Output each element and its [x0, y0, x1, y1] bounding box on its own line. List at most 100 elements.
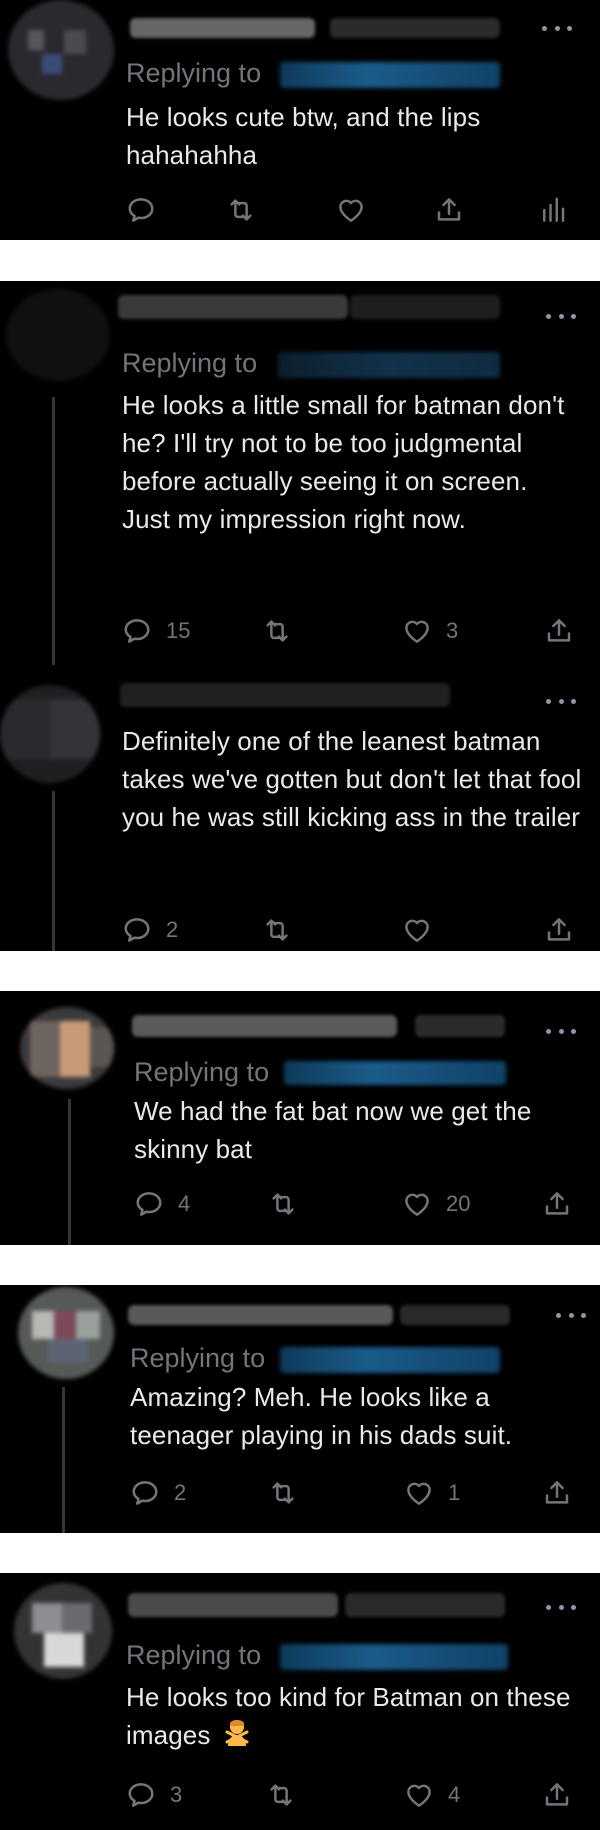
tweet-card: Replying to He looks too kind for Batman… — [0, 1573, 600, 1830]
like-button[interactable]: 3 — [402, 614, 458, 648]
like-button[interactable]: 1 — [404, 1476, 460, 1510]
reply-mention-redacted[interactable] — [280, 62, 500, 88]
reply-button[interactable]: 3 — [126, 1778, 182, 1812]
share-button[interactable] — [544, 913, 574, 947]
tweet-actions: 2 — [122, 913, 582, 947]
tweet-card: Replying to He looks a little small for … — [0, 281, 600, 951]
tweet-card: Replying to We had the fat bat now we ge… — [0, 991, 600, 1245]
like-button[interactable] — [336, 193, 366, 227]
reply-button[interactable]: 2 — [130, 1476, 186, 1510]
reply-count: 2 — [174, 1480, 187, 1505]
share-button[interactable] — [542, 1187, 572, 1221]
reply-icon — [128, 1783, 154, 1807]
more-icon[interactable] — [546, 310, 576, 322]
heart-icon — [407, 1482, 431, 1505]
tweet-text: Amazing? Meh. He looks like a teenager p… — [130, 1382, 513, 1450]
avatar[interactable] — [6, 289, 110, 381]
display-name-redacted[interactable] — [120, 683, 450, 707]
display-name-redacted[interactable] — [132, 1015, 397, 1037]
display-name-redacted[interactable] — [128, 1593, 338, 1617]
reply-icon — [136, 1192, 162, 1216]
retweet-icon — [230, 199, 252, 221]
like-count: 3 — [446, 618, 459, 643]
retweet-button[interactable] — [262, 614, 292, 648]
tweet-actions — [126, 193, 576, 227]
share-icon — [547, 918, 571, 941]
reply-icon — [128, 198, 154, 222]
retweet-button[interactable] — [266, 1778, 296, 1812]
tweet-card: Replying to He looks cute btw, and the l… — [0, 0, 600, 240]
retweet-button[interactable] — [268, 1187, 298, 1221]
heart-icon — [405, 1193, 429, 1216]
share-icon — [545, 1481, 569, 1504]
reply-button[interactable]: 15 — [122, 614, 190, 648]
reply-mention-redacted[interactable] — [278, 352, 500, 378]
share-button[interactable] — [542, 1778, 572, 1812]
tweet-actions: 4 20 — [134, 1187, 584, 1221]
analytics-icon — [543, 197, 565, 222]
reply-mention-redacted[interactable] — [280, 1644, 508, 1670]
retweet-button[interactable] — [268, 1476, 298, 1510]
tweet-text: We had the fat bat now we get the skinny… — [134, 1096, 532, 1164]
person-gesturing-no-emoji — [225, 1720, 249, 1746]
share-button[interactable] — [544, 614, 574, 648]
share-button[interactable] — [434, 193, 464, 227]
reply-count: 2 — [166, 917, 179, 942]
display-name-redacted[interactable] — [128, 1305, 393, 1325]
thread-line — [52, 791, 55, 951]
tweet-text-body: He looks too kind for Batman on these im… — [126, 1682, 571, 1750]
retweet-icon — [270, 1784, 292, 1806]
reply-icon — [132, 1481, 158, 1505]
display-name-redacted[interactable] — [118, 295, 348, 319]
tweet-actions: 15 3 — [122, 614, 582, 648]
like-button[interactable] — [402, 913, 432, 947]
retweet-icon — [266, 620, 288, 642]
avatar[interactable] — [8, 0, 114, 100]
handle-redacted[interactable] — [400, 1305, 510, 1325]
reply-mention-redacted[interactable] — [280, 1347, 500, 1373]
thread-line — [62, 1387, 65, 1533]
heart-icon — [405, 919, 429, 942]
reply-mention-redacted[interactable] — [284, 1061, 506, 1085]
replying-to-label: Replying to — [126, 1640, 262, 1670]
replying-to-label: Replying to — [126, 58, 262, 88]
more-icon[interactable] — [546, 1601, 576, 1613]
reply-button[interactable] — [126, 193, 156, 227]
handle-redacted[interactable] — [330, 18, 500, 38]
more-icon[interactable] — [546, 1025, 576, 1037]
more-icon[interactable] — [556, 1309, 586, 1321]
avatar[interactable] — [0, 685, 100, 783]
display-name-redacted[interactable] — [130, 18, 315, 38]
more-icon[interactable] — [542, 22, 572, 34]
reply-button[interactable]: 2 — [122, 913, 178, 947]
like-button[interactable]: 4 — [404, 1778, 460, 1812]
handle-redacted[interactable] — [415, 1015, 505, 1037]
thread-line — [68, 1099, 71, 1245]
like-button[interactable]: 20 — [402, 1187, 470, 1221]
more-icon[interactable] — [546, 695, 576, 707]
tweet-card: Replying to Amazing? Meh. He looks like … — [0, 1285, 600, 1533]
like-count: 1 — [448, 1480, 461, 1505]
avatar[interactable] — [14, 1583, 112, 1679]
like-count: 20 — [446, 1191, 471, 1216]
avatar[interactable] — [20, 1007, 114, 1089]
retweet-icon — [266, 919, 288, 941]
tweet-text: He looks too kind for Batman on these im… — [126, 1678, 576, 1754]
handle-redacted[interactable] — [350, 295, 500, 319]
reply-icon — [124, 619, 150, 643]
tweet-text: He looks cute btw, and the lips hahahahh… — [126, 102, 481, 170]
share-button[interactable] — [542, 1476, 572, 1510]
reply-count: 4 — [178, 1191, 191, 1216]
reply-button[interactable]: 4 — [134, 1187, 190, 1221]
share-icon — [545, 1192, 569, 1215]
tweet-text: Definitely one of the leanest batman tak… — [122, 726, 582, 832]
avatar[interactable] — [18, 1287, 114, 1379]
handle-redacted[interactable] — [345, 1593, 505, 1617]
analytics-button[interactable] — [538, 193, 568, 227]
retweet-button[interactable] — [262, 913, 292, 947]
heart-icon — [407, 1784, 431, 1807]
retweet-button[interactable] — [226, 193, 256, 227]
replying-to-label: Replying to — [122, 348, 258, 378]
tweet-actions: 3 4 — [126, 1778, 586, 1812]
reply-count: 15 — [166, 618, 191, 643]
